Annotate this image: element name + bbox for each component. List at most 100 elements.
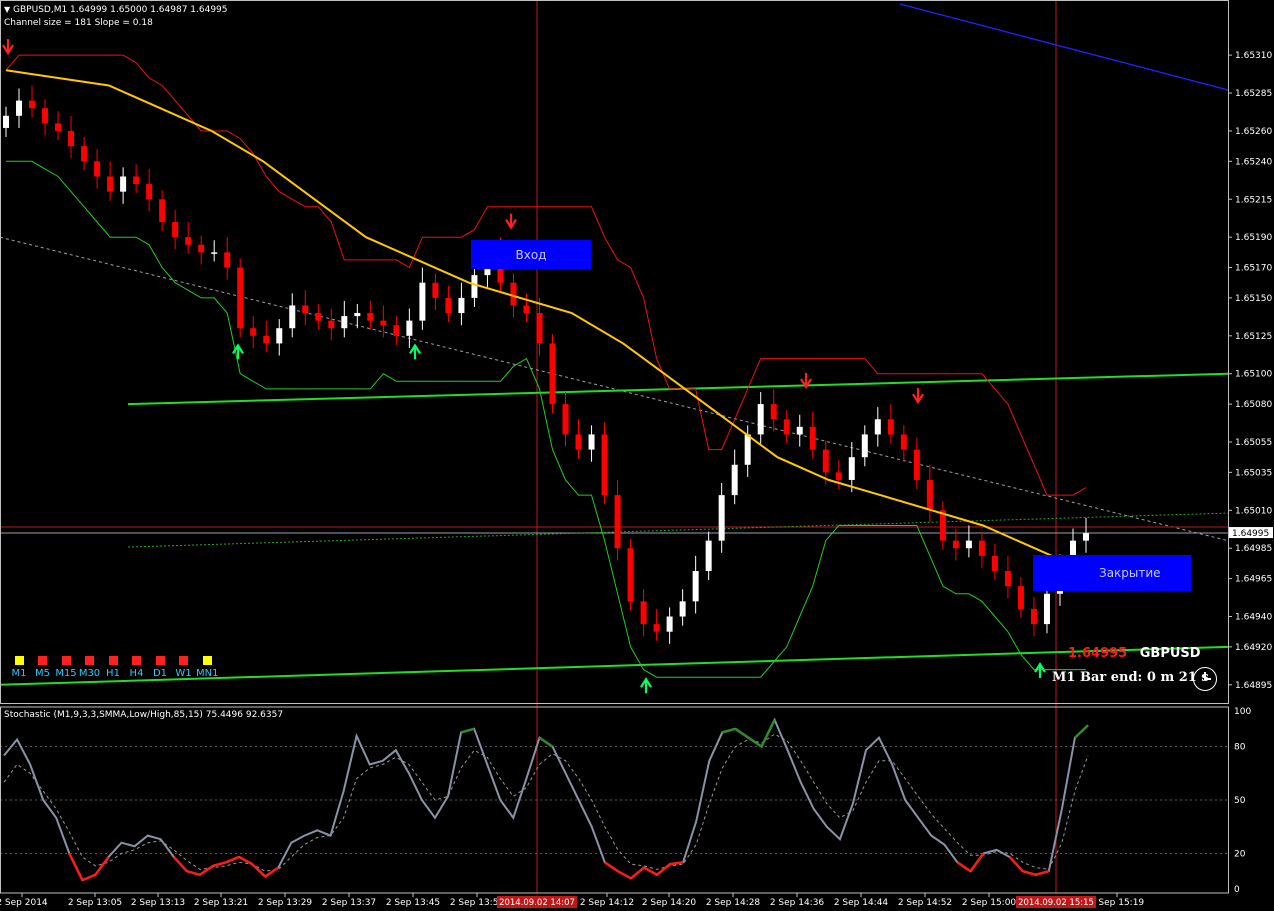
bear-candle bbox=[783, 419, 790, 435]
bear-candle bbox=[172, 222, 179, 238]
ticker-price: 1.64995 bbox=[1068, 646, 1128, 661]
bull-candle bbox=[861, 434, 868, 458]
timeframe-m5[interactable]: M5 bbox=[32, 656, 54, 679]
entry-label: Вход bbox=[515, 247, 547, 262]
timeframe-w1[interactable]: W1 bbox=[173, 656, 195, 679]
timeframe-d1[interactable]: D1 bbox=[149, 656, 171, 679]
bear-candle bbox=[146, 184, 153, 200]
bear-candle bbox=[562, 404, 569, 435]
timeframe-status-icon bbox=[108, 656, 118, 665]
bear-candle bbox=[952, 540, 959, 549]
stoch-zone-segment bbox=[212, 861, 227, 868]
bull-candle bbox=[1043, 593, 1050, 625]
bear-candle bbox=[887, 419, 894, 435]
bear-candle bbox=[29, 100, 36, 109]
time-tick-label: 2 Sep 13:37 bbox=[322, 898, 376, 908]
timeframe-h4[interactable]: H4 bbox=[126, 656, 148, 679]
bear-candle bbox=[835, 472, 842, 480]
bear-candle bbox=[1030, 608, 1037, 625]
bull-candle bbox=[471, 275, 478, 298]
bull-candle bbox=[718, 495, 725, 541]
mid-dotted-line bbox=[127, 512, 1229, 548]
bear-candle bbox=[237, 267, 244, 329]
bear-candle bbox=[549, 343, 556, 405]
bear-candle bbox=[159, 199, 166, 223]
clock-icon bbox=[1193, 667, 1217, 691]
price-tick-label: 1.64920 bbox=[1235, 643, 1272, 653]
bear-candle bbox=[328, 320, 335, 329]
bear-candle bbox=[224, 252, 231, 268]
timeframe-status-icon bbox=[202, 656, 212, 665]
time-tick-label: 2 Sep 13:21 bbox=[194, 898, 248, 908]
price-tick-label: 1.65240 bbox=[1235, 157, 1272, 167]
price-tick-label: 1.65080 bbox=[1235, 400, 1272, 410]
moving-average bbox=[5, 69, 1087, 572]
price-tick-label: 1.65310 bbox=[1235, 51, 1272, 61]
timeframe-h1[interactable]: H1 bbox=[102, 656, 124, 679]
time-tick-label: 2 Sep 15:00 bbox=[962, 898, 1017, 908]
bear-candle bbox=[1004, 570, 1011, 587]
bear-candle bbox=[978, 540, 985, 556]
timeframe-mn1[interactable]: MN1 bbox=[196, 656, 218, 679]
collapse-triangle-icon[interactable]: ▼ bbox=[4, 5, 10, 14]
sell-arrow-icon bbox=[505, 213, 517, 230]
bear-candle bbox=[926, 479, 933, 511]
time-tick-label: 2 Sep 2014 bbox=[0, 898, 48, 908]
price-chart[interactable] bbox=[0, 0, 1229, 893]
price-tick-label: 1.64965 bbox=[1235, 575, 1272, 585]
buy-arrow-icon bbox=[409, 343, 421, 360]
bear-candle bbox=[250, 328, 257, 336]
bear-candle bbox=[653, 624, 660, 632]
stoch-zone-segment bbox=[1074, 724, 1089, 739]
bull-candle bbox=[289, 305, 296, 329]
price-tick-label: 1.65055 bbox=[1235, 438, 1272, 448]
time-marker-label: 2014.09.02 14:07 bbox=[499, 898, 575, 908]
bear-candle bbox=[770, 404, 777, 420]
bull-candle bbox=[705, 540, 712, 571]
stoch-zone-segment bbox=[721, 727, 736, 734]
bull-candle bbox=[16, 100, 23, 116]
time-tick-label: 2 Sep 14:36 bbox=[770, 898, 825, 908]
stoch-zone-segment bbox=[199, 864, 214, 876]
stochastic-title: Stochastic (M1,9,3,3,SMMA,Low/High,85,15… bbox=[4, 710, 284, 720]
bear-candle bbox=[601, 434, 608, 496]
timeframe-label: H1 bbox=[106, 668, 120, 679]
stoch-zone-segment bbox=[94, 856, 110, 876]
bear-candle bbox=[432, 282, 439, 298]
bull-candle bbox=[731, 464, 738, 496]
time-tick-label: 2 Sep 14:20 bbox=[642, 898, 697, 908]
timeframe-m15[interactable]: M15 bbox=[55, 656, 77, 679]
price-tick-label: 1.64940 bbox=[1235, 613, 1272, 623]
sell-arrow-icon bbox=[912, 388, 924, 405]
timeframe-m1[interactable]: M1 bbox=[8, 656, 30, 679]
bear-candle bbox=[913, 449, 920, 480]
bear-candle bbox=[81, 146, 88, 162]
time-tick-label: 2 Sep 13:05 bbox=[68, 898, 122, 908]
bear-candle bbox=[302, 305, 309, 314]
bear-candle bbox=[68, 130, 75, 147]
timeframe-status-icon bbox=[179, 656, 188, 665]
timeframe-status-icon bbox=[61, 656, 71, 665]
timeframe-status-icon bbox=[132, 656, 141, 665]
regression-midline bbox=[0, 236, 1229, 542]
bull-candle bbox=[120, 176, 127, 192]
bull-candle bbox=[692, 570, 699, 602]
stoch-zone-segment bbox=[630, 866, 645, 880]
time-tick-label: 2 Sep 13:45 bbox=[386, 898, 440, 908]
bear-candle bbox=[445, 297, 452, 314]
bear-candle bbox=[536, 313, 543, 344]
timeframe-status-icon bbox=[38, 656, 47, 665]
price-tick-label: 1.65035 bbox=[1235, 468, 1272, 478]
price-tick-label: 1.65215 bbox=[1235, 195, 1272, 205]
timeframe-label: MN1 bbox=[196, 668, 219, 679]
timeframe-status-icon bbox=[155, 656, 165, 665]
bear-candle bbox=[185, 237, 192, 245]
bull-candle bbox=[419, 282, 426, 321]
chart-canvas[interactable]: 1.65310 1.65285 1.65260 1.65240 1.65215 1.651… bbox=[0, 0, 1274, 911]
stoch-signal-line bbox=[3, 733, 1089, 872]
time-tick-label: 2 Sep 13:13 bbox=[131, 898, 185, 908]
time-tick-label: 2 Sep 14:44 bbox=[834, 898, 889, 908]
bull-candle bbox=[1083, 533, 1089, 541]
timeframe-m30[interactable]: M30 bbox=[79, 656, 101, 679]
stochastic-chart[interactable] bbox=[0, 717, 1228, 882]
